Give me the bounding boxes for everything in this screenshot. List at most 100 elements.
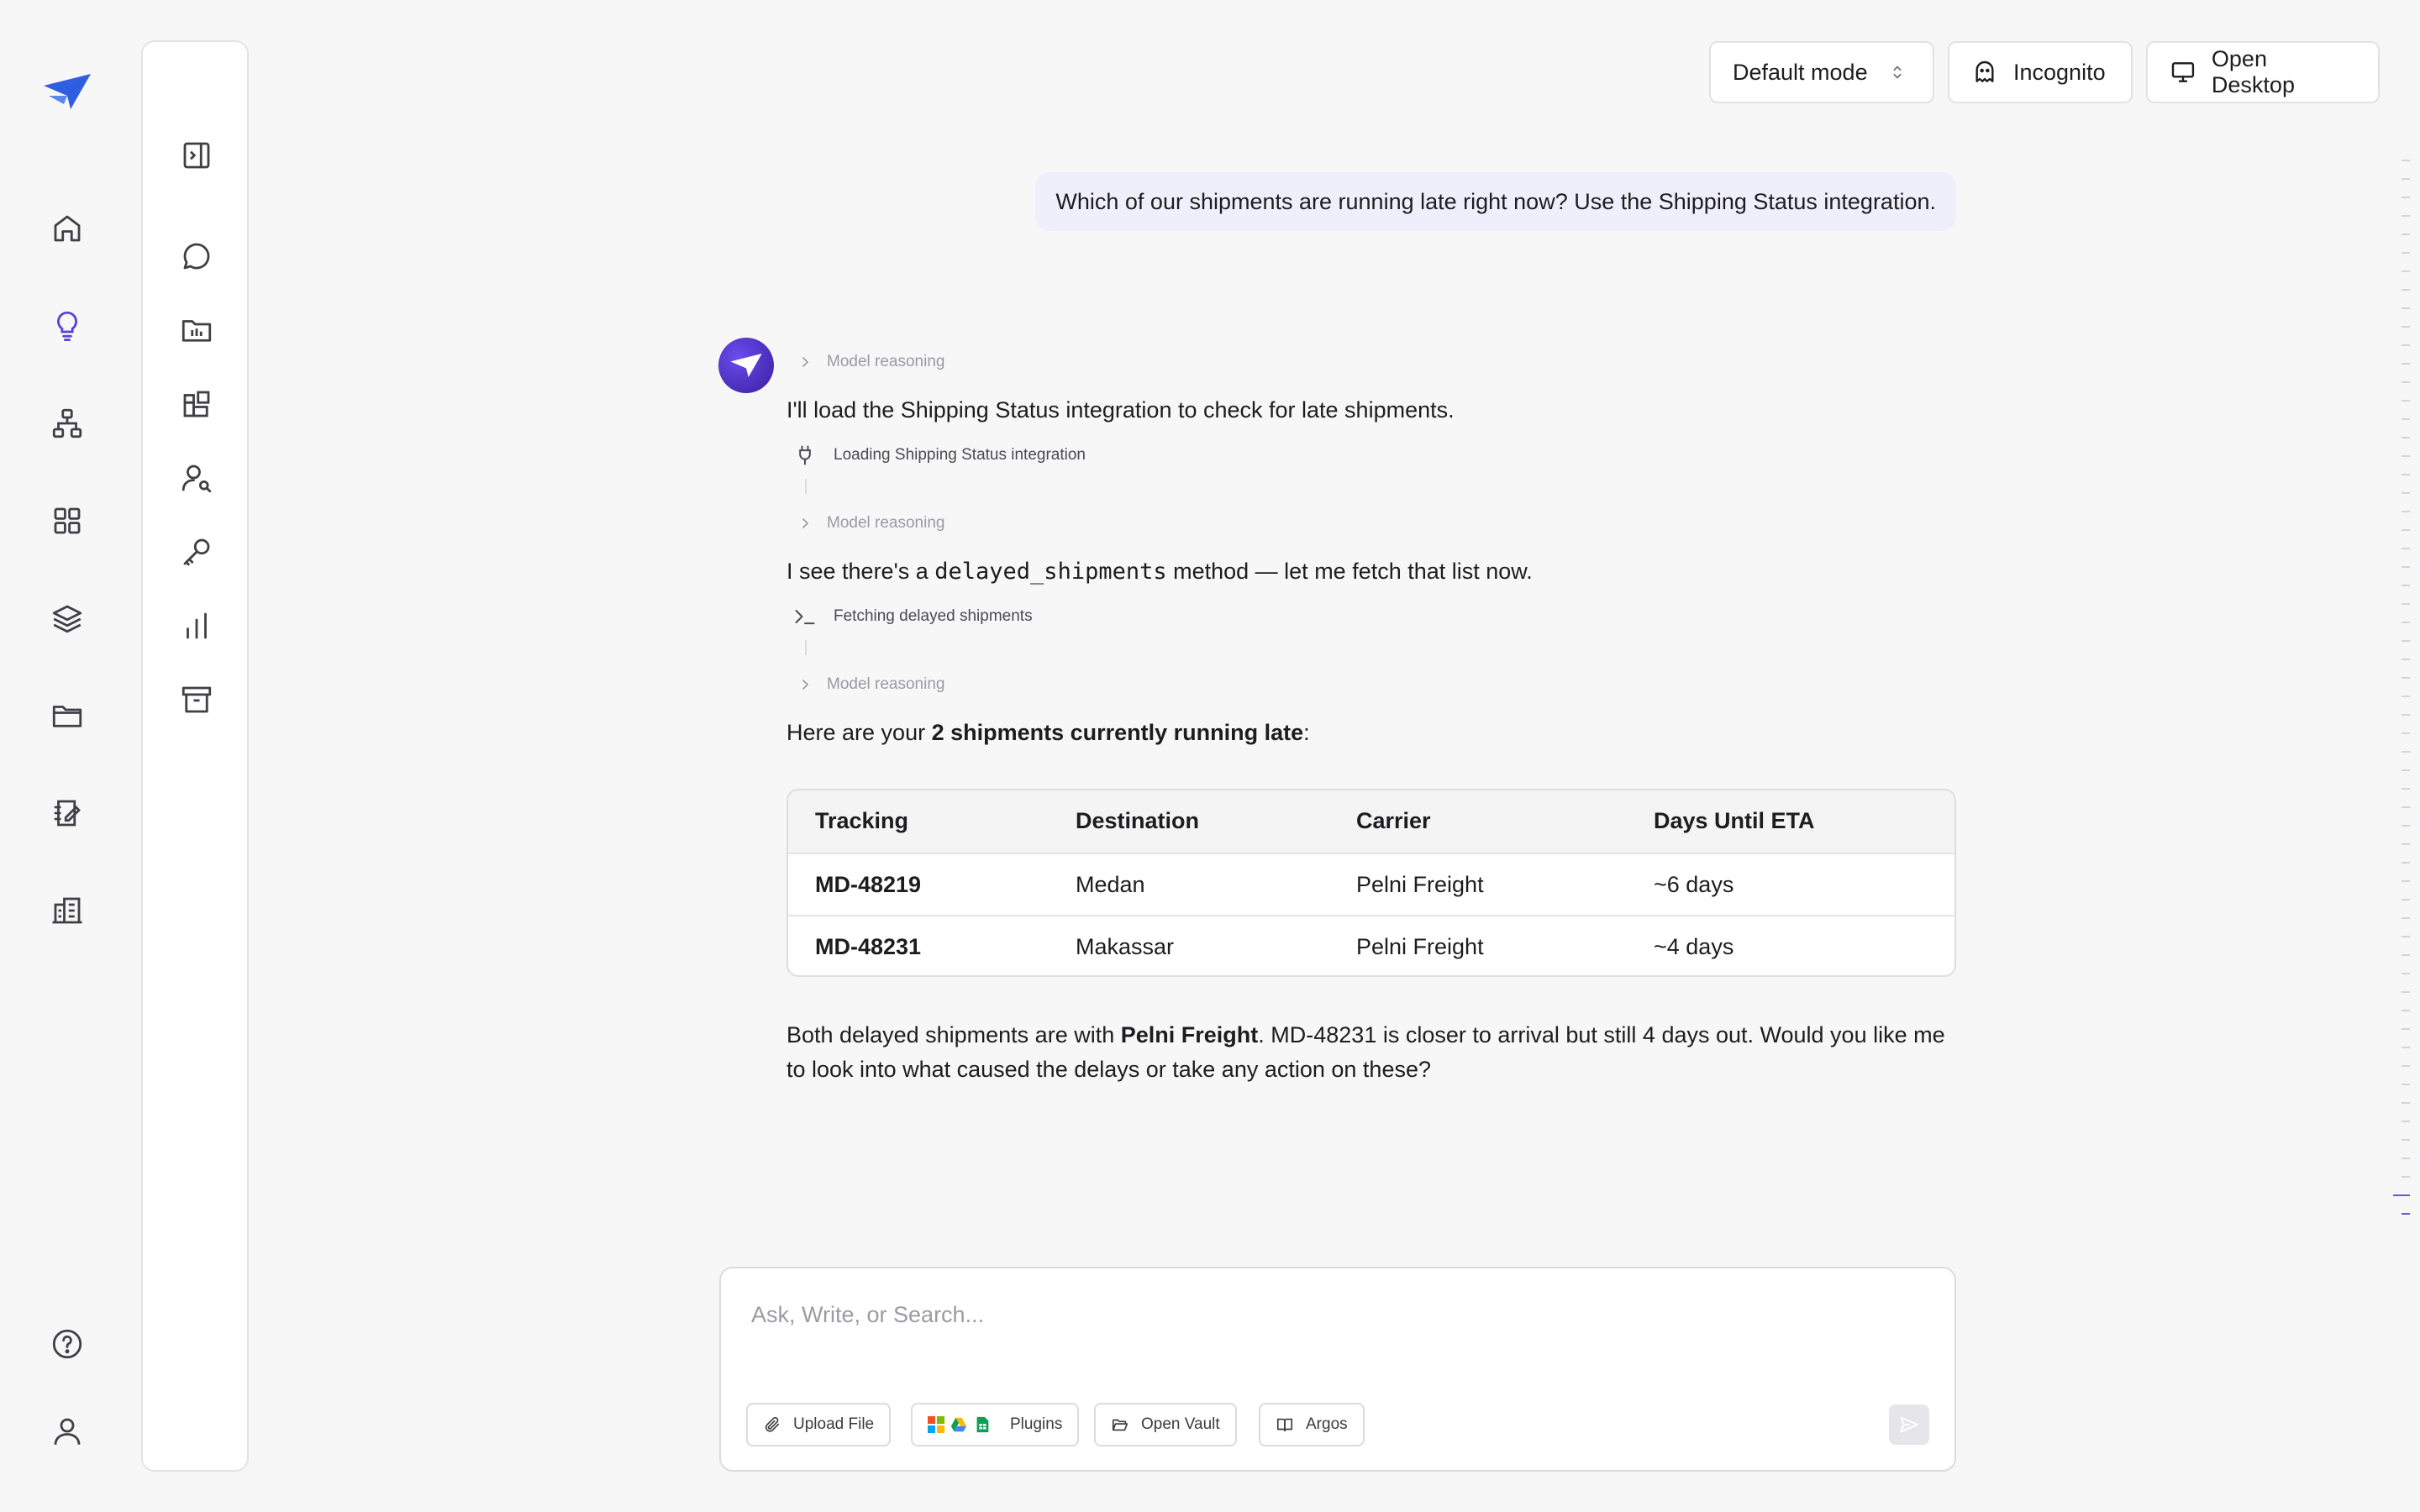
chat-bubble-icon[interactable] bbox=[171, 231, 222, 281]
left-rail bbox=[0, 0, 134, 1512]
archive-icon[interactable] bbox=[171, 675, 222, 725]
minimap-tick bbox=[2402, 825, 2410, 827]
assistant-logo-icon bbox=[730, 354, 762, 377]
folder-icon[interactable] bbox=[42, 690, 92, 741]
minimap-tick bbox=[2402, 1028, 2410, 1030]
minimap-tick bbox=[2402, 1139, 2410, 1141]
minimap-tick bbox=[2402, 862, 2410, 864]
widgets-icon[interactable] bbox=[171, 379, 222, 429]
chat-input[interactable] bbox=[751, 1294, 1844, 1336]
book-icon bbox=[1276, 1418, 1293, 1432]
user-search-icon[interactable] bbox=[171, 453, 222, 503]
argos-label: Argos bbox=[1306, 1415, 1348, 1433]
secondary-panel bbox=[141, 40, 249, 1472]
minimap-tick bbox=[2402, 1047, 2410, 1048]
composer: Upload File Plugins Open Vault Argos bbox=[719, 1267, 1956, 1472]
layers-icon[interactable] bbox=[42, 593, 92, 643]
minimap-tick bbox=[2402, 954, 2410, 956]
minimap-tick bbox=[2402, 548, 2410, 549]
minimap-tick bbox=[2402, 936, 2410, 937]
sidebar-toggle-icon[interactable] bbox=[171, 130, 222, 181]
msg2-pre: I see there's a bbox=[786, 559, 935, 584]
table-cell: MD-48219 bbox=[815, 871, 922, 897]
user-message: Which of our shipments are running late … bbox=[1035, 172, 1956, 231]
home-icon[interactable] bbox=[42, 203, 92, 254]
upload-file-label: Upload File bbox=[793, 1415, 875, 1433]
minimap-tick bbox=[2402, 344, 2410, 346]
workflow-icon[interactable] bbox=[42, 398, 92, 449]
model-reasoning-toggle[interactable]: Model reasoning bbox=[798, 514, 944, 533]
minimap-tick bbox=[2402, 880, 2410, 882]
table-header-cell: Carrier bbox=[1356, 807, 1431, 833]
google-drive-icon bbox=[950, 1417, 967, 1432]
open-vault-button[interactable]: Open Vault bbox=[1094, 1403, 1237, 1446]
argos-button[interactable]: Argos bbox=[1259, 1403, 1365, 1446]
msg3-bold: 2 shipments currently running late bbox=[931, 720, 1304, 745]
upload-file-button[interactable]: Upload File bbox=[746, 1403, 892, 1446]
table-cell: Medan bbox=[1076, 871, 1145, 897]
model-reasoning-label: Model reasoning bbox=[827, 353, 945, 370]
plugins-button[interactable]: Plugins bbox=[911, 1403, 1080, 1446]
table-cell: ~4 days bbox=[1654, 933, 1734, 959]
table-row: MD-48219 Medan Pelni Freight ~6 days bbox=[788, 853, 1954, 915]
minimap-tick bbox=[2402, 455, 2410, 457]
minimap-tick bbox=[2402, 806, 2410, 808]
conversation-minimap[interactable] bbox=[2393, 160, 2420, 1285]
table-header-cell: Days Until ETA bbox=[1654, 807, 1815, 833]
minimap-tick bbox=[2402, 270, 2410, 272]
apps-grid-icon[interactable] bbox=[42, 496, 92, 546]
minimap-tick bbox=[2402, 696, 2410, 697]
minimap-tick bbox=[2402, 788, 2410, 790]
minimap-tick bbox=[2402, 714, 2410, 716]
msg2-post: method — let me fetch that list now. bbox=[1166, 559, 1533, 584]
mode-selector[interactable]: Default mode bbox=[1709, 41, 1934, 103]
lightbulb-icon[interactable] bbox=[42, 301, 92, 351]
open-desktop-label: Open Desktop bbox=[2211, 46, 2295, 97]
bar-chart-icon[interactable] bbox=[171, 601, 222, 651]
building-icon[interactable] bbox=[42, 885, 92, 936]
minimap-tick bbox=[2402, 843, 2410, 845]
assistant-message-3: Here are your 2 shipments currently runn… bbox=[786, 716, 1310, 749]
minimap-tick bbox=[2402, 991, 2410, 993]
minimap-tick bbox=[2402, 622, 2410, 623]
msg3-pre: Here are your bbox=[786, 720, 932, 745]
table-row: MD-48231 Makassar Pelni Freight ~4 days bbox=[788, 915, 1954, 975]
minimap-tick bbox=[2402, 511, 2410, 512]
minimap-tick bbox=[2402, 1102, 2410, 1104]
minimap-tick bbox=[2402, 769, 2410, 771]
incognito-button[interactable]: Incognito bbox=[1948, 41, 2133, 103]
minimap-tick bbox=[2402, 400, 2410, 402]
minimap-tick bbox=[2402, 899, 2410, 900]
tool-call-loading-integration: Loading Shipping Status integration bbox=[793, 444, 1086, 467]
model-reasoning-toggle[interactable]: Model reasoning bbox=[798, 675, 944, 694]
late-shipments-table: Tracking Destination Carrier Days Until … bbox=[786, 789, 1956, 977]
chevron-right-icon bbox=[802, 518, 809, 528]
summary-bold: Pelni Freight bbox=[1120, 1022, 1259, 1047]
send-button[interactable] bbox=[1889, 1404, 1929, 1445]
model-reasoning-label: Model reasoning bbox=[827, 675, 945, 693]
model-reasoning-toggle[interactable]: Model reasoning bbox=[798, 353, 944, 371]
tool-call-2-label: Fetching delayed shipments bbox=[834, 607, 1033, 625]
minimap-tick bbox=[2402, 1176, 2410, 1178]
table-cell: Makassar bbox=[1076, 933, 1175, 959]
open-desktop-button[interactable]: Open Desktop bbox=[2146, 41, 2380, 103]
minimap-tick bbox=[2402, 1065, 2410, 1067]
ghost-icon bbox=[1975, 60, 1994, 82]
notebook-icon[interactable] bbox=[42, 788, 92, 838]
minimap-tick bbox=[2402, 289, 2410, 291]
minimap-tick bbox=[2402, 603, 2410, 605]
minimap-tick bbox=[2402, 677, 2410, 679]
msg3-post: : bbox=[1303, 720, 1310, 745]
send-icon bbox=[1900, 1416, 1918, 1433]
project-folder-icon[interactable] bbox=[171, 305, 222, 355]
user-icon[interactable] bbox=[42, 1406, 92, 1457]
monitor-icon bbox=[2171, 62, 2195, 82]
paperclip-icon bbox=[765, 1416, 780, 1432]
app-logo-icon[interactable] bbox=[42, 71, 92, 113]
help-icon[interactable] bbox=[42, 1319, 92, 1369]
minimap-tick bbox=[2402, 585, 2410, 586]
key-icon[interactable] bbox=[171, 527, 222, 577]
chevron-right-icon bbox=[802, 680, 809, 690]
minimap-tick bbox=[2402, 1010, 2410, 1011]
folder-open-icon bbox=[1112, 1419, 1128, 1431]
